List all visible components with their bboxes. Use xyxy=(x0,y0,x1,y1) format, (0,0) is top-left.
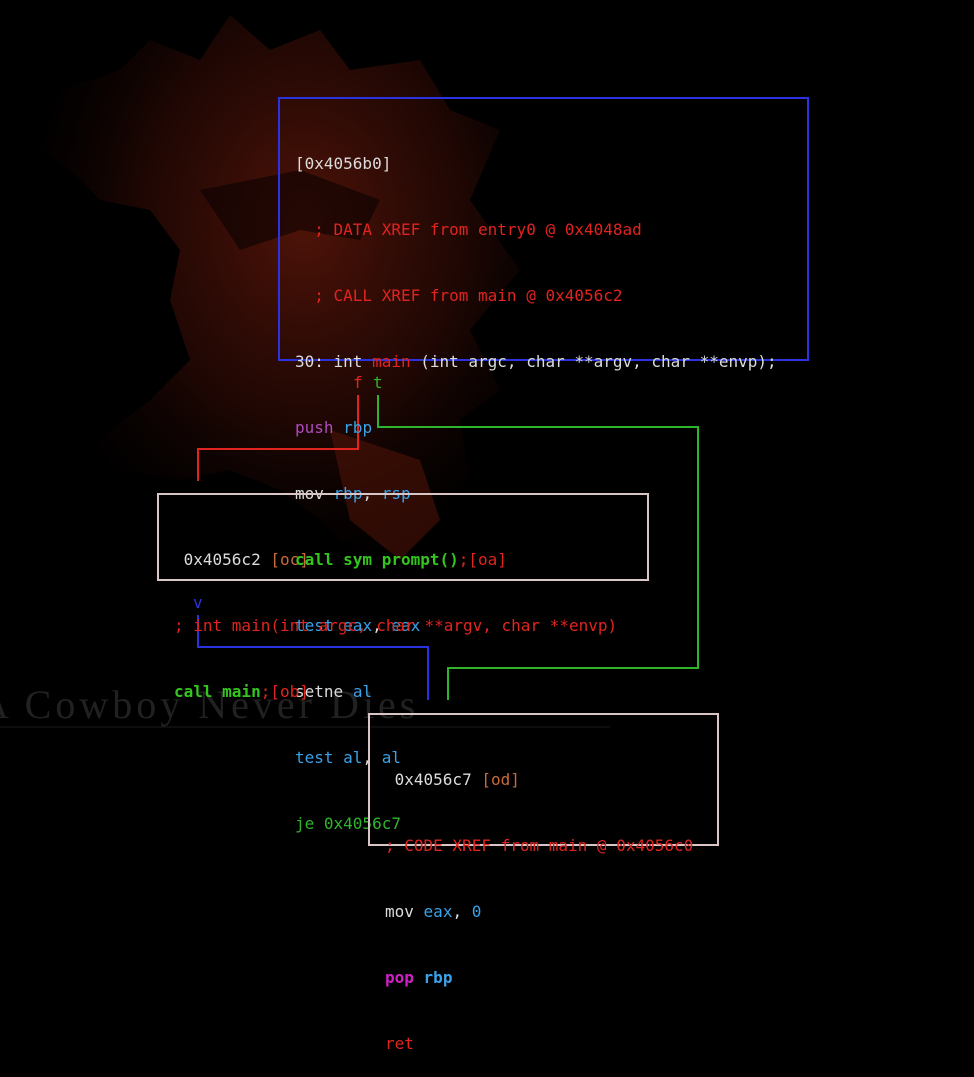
xref-comment: ; CALL XREF from main @ 0x4056c2 xyxy=(295,286,623,305)
node-header: 0x4056c7 [od] xyxy=(385,770,520,789)
graph-node-main[interactable]: [0x4056b0] ; DATA XREF from entry0 @ 0x4… xyxy=(278,97,809,833)
instruction-line[interactable]: mov eax, 0 xyxy=(385,901,703,923)
instruction-line[interactable]: call main;[ob] xyxy=(174,681,633,703)
function-name[interactable]: main xyxy=(372,352,411,371)
graph-node-4056c2[interactable]: 0x4056c2 [oc] ; int main(int argc, char … xyxy=(157,493,649,701)
xref-comment: ; CODE XREF from main @ 0x4056c0 xyxy=(385,836,694,855)
function-comment: ; int main(int argc, char **argv, char *… xyxy=(174,616,618,635)
instruction-line[interactable]: pop rbp xyxy=(385,967,703,989)
instruction-line[interactable]: ret xyxy=(385,1033,703,1055)
instruction-line[interactable]: push rbp xyxy=(295,417,793,439)
xref-comment: ; DATA XREF from entry0 @ 0x4048ad xyxy=(295,220,642,239)
graph-node-4056c7[interactable]: 0x4056c7 [od] ; CODE XREF from main @ 0x… xyxy=(368,713,719,1053)
node-header: 0x4056c2 [oc] xyxy=(174,550,309,569)
function-signature: 30: int main (int argc, char **argv, cha… xyxy=(295,352,777,371)
node-address: [0x4056b0] xyxy=(295,154,392,173)
